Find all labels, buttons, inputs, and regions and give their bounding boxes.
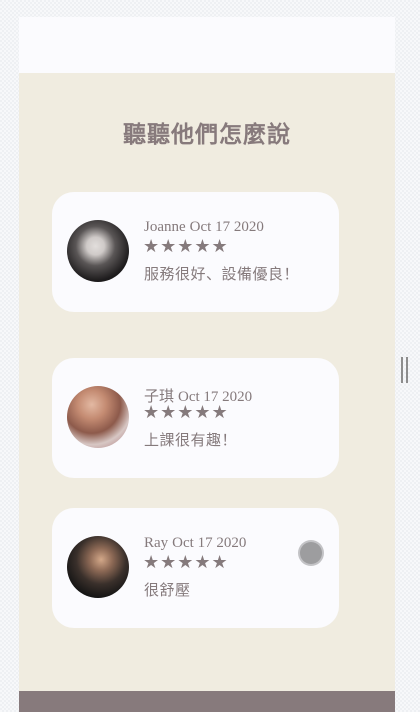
reviewer-name: Ray (144, 535, 169, 551)
user-avatar (67, 220, 129, 282)
review-comment: 服務很好、設備優良！ (144, 265, 300, 283)
footer-bar (19, 691, 395, 712)
resize-handle-icon[interactable] (401, 357, 410, 383)
top-navigation-bar (19, 17, 395, 73)
review-comment: 上課很有趣！ (144, 431, 238, 449)
user-avatar (67, 536, 129, 598)
review-meta: Joanne Oct 17 2020 (144, 219, 264, 236)
star-rating: ★★★★★ (143, 236, 229, 257)
review-card: Ray Oct 17 2020 ★★★★★ 很舒壓 (52, 508, 339, 628)
review-card: Joanne Oct 17 2020 ★★★★★ 服務很好、設備優良！ (52, 192, 339, 312)
review-date: Oct 17 2020 (189, 219, 264, 235)
review-card: 子琪 Oct 17 2020 ★★★★★ 上課很有趣！ (52, 358, 339, 478)
cursor-dot-icon (300, 542, 322, 564)
star-rating: ★★★★★ (143, 402, 229, 423)
section-title: 聽聽他們怎麼說 (123, 122, 291, 148)
star-rating: ★★★★★ (143, 552, 229, 573)
review-meta: Ray Oct 17 2020 (144, 535, 246, 552)
review-comment: 很舒壓 (144, 581, 191, 599)
user-avatar (67, 386, 129, 448)
reviewer-name: Joanne (144, 219, 186, 235)
review-date: Oct 17 2020 (172, 535, 247, 551)
page-frame: 聽聽他們怎麼說 Joanne Oct 17 2020 ★★★★★ 服務很好、設備優… (19, 17, 395, 712)
